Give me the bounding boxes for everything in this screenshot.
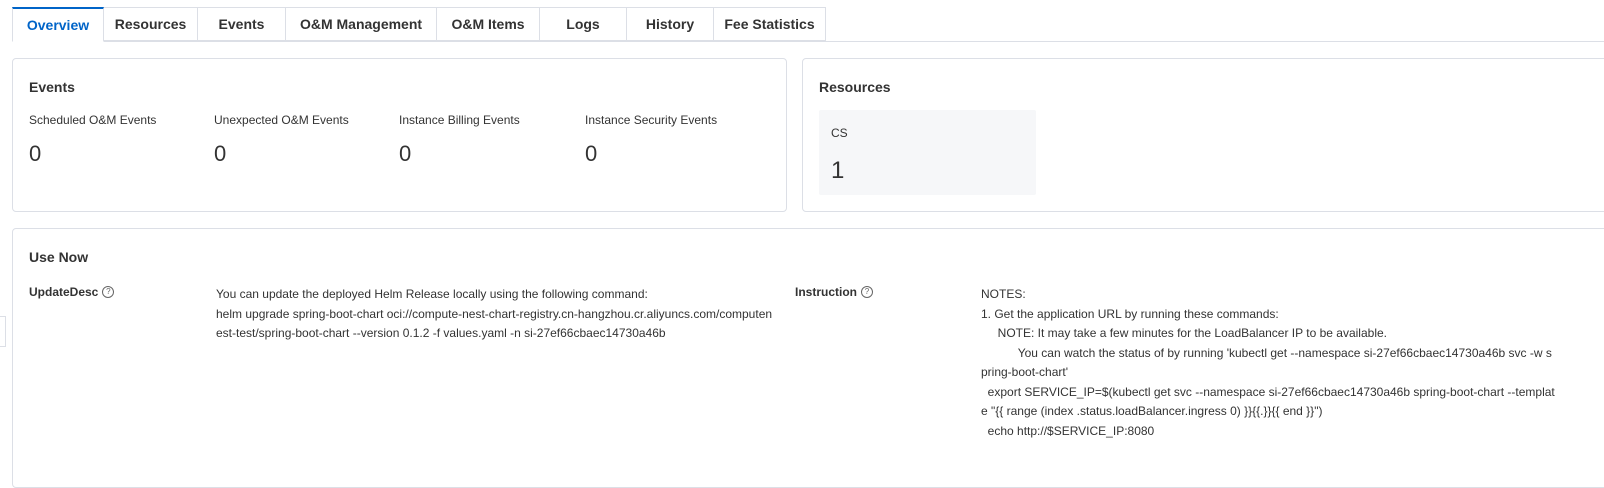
side-panel-handle[interactable] — [0, 316, 6, 347]
stat-value[interactable]: 0 — [29, 141, 209, 167]
tab-om-items[interactable]: O&M Items — [437, 7, 540, 41]
use-now-title: Use Now — [29, 249, 89, 265]
resource-stat-cs[interactable]: CS 1 — [819, 110, 1036, 195]
resources-card: Resources CS 1 — [802, 58, 1604, 212]
tab-logs[interactable]: Logs — [540, 7, 627, 41]
update-desc-label: UpdateDesc ? — [29, 285, 115, 299]
instruction-label: Instruction ? — [795, 285, 873, 299]
stat-label: Instance Billing Events — [399, 113, 520, 127]
stat-label: Instance Security Events — [585, 113, 718, 127]
stat-instance-billing-events: Instance Billing Events 0 — [399, 113, 579, 167]
tab-fee-statistics[interactable]: Fee Statistics — [714, 7, 826, 41]
instruction-value: NOTES: 1. Get the application URL by run… — [981, 287, 1555, 438]
use-now-card: Use Now UpdateDesc ? You can update the … — [12, 228, 1604, 488]
stat-unexpected-om-events: Unexpected O&M Events 0 — [214, 113, 394, 167]
tab-overview[interactable]: Overview — [12, 7, 104, 42]
update-desc-label-text: UpdateDesc — [29, 285, 99, 299]
stat-label: Unexpected O&M Events — [214, 113, 349, 127]
tab-events[interactable]: Events — [198, 7, 286, 41]
tab-om-management[interactable]: O&M Management — [286, 7, 437, 41]
resources-card-title: Resources — [819, 79, 891, 95]
resource-stat-label: CS — [831, 126, 848, 140]
tab-resources[interactable]: Resources — [104, 7, 198, 41]
update-desc-value: You can update the deployed Helm Release… — [216, 287, 773, 340]
events-card-title: Events — [29, 79, 75, 95]
tab-bar: Overview Resources Events O&M Management… — [12, 7, 826, 42]
stat-instance-security-events: Instance Security Events 0 — [585, 113, 765, 167]
tabbar-divider — [12, 41, 1604, 42]
instruction-label-text: Instruction — [795, 285, 857, 299]
stat-label: Scheduled O&M Events — [29, 113, 157, 127]
stat-value[interactable]: 0 — [585, 141, 765, 167]
events-card: Events Scheduled O&M Events 0 Unexpected… — [12, 58, 787, 212]
question-circle-icon[interactable]: ? — [861, 286, 873, 298]
stat-value[interactable]: 0 — [214, 141, 394, 167]
question-circle-icon[interactable]: ? — [102, 286, 115, 298]
stat-scheduled-om-events: Scheduled O&M Events 0 — [29, 113, 209, 167]
stat-value[interactable]: 0 — [399, 141, 579, 167]
tab-history[interactable]: History — [627, 7, 714, 41]
resource-stat-value: 1 — [831, 157, 845, 184]
